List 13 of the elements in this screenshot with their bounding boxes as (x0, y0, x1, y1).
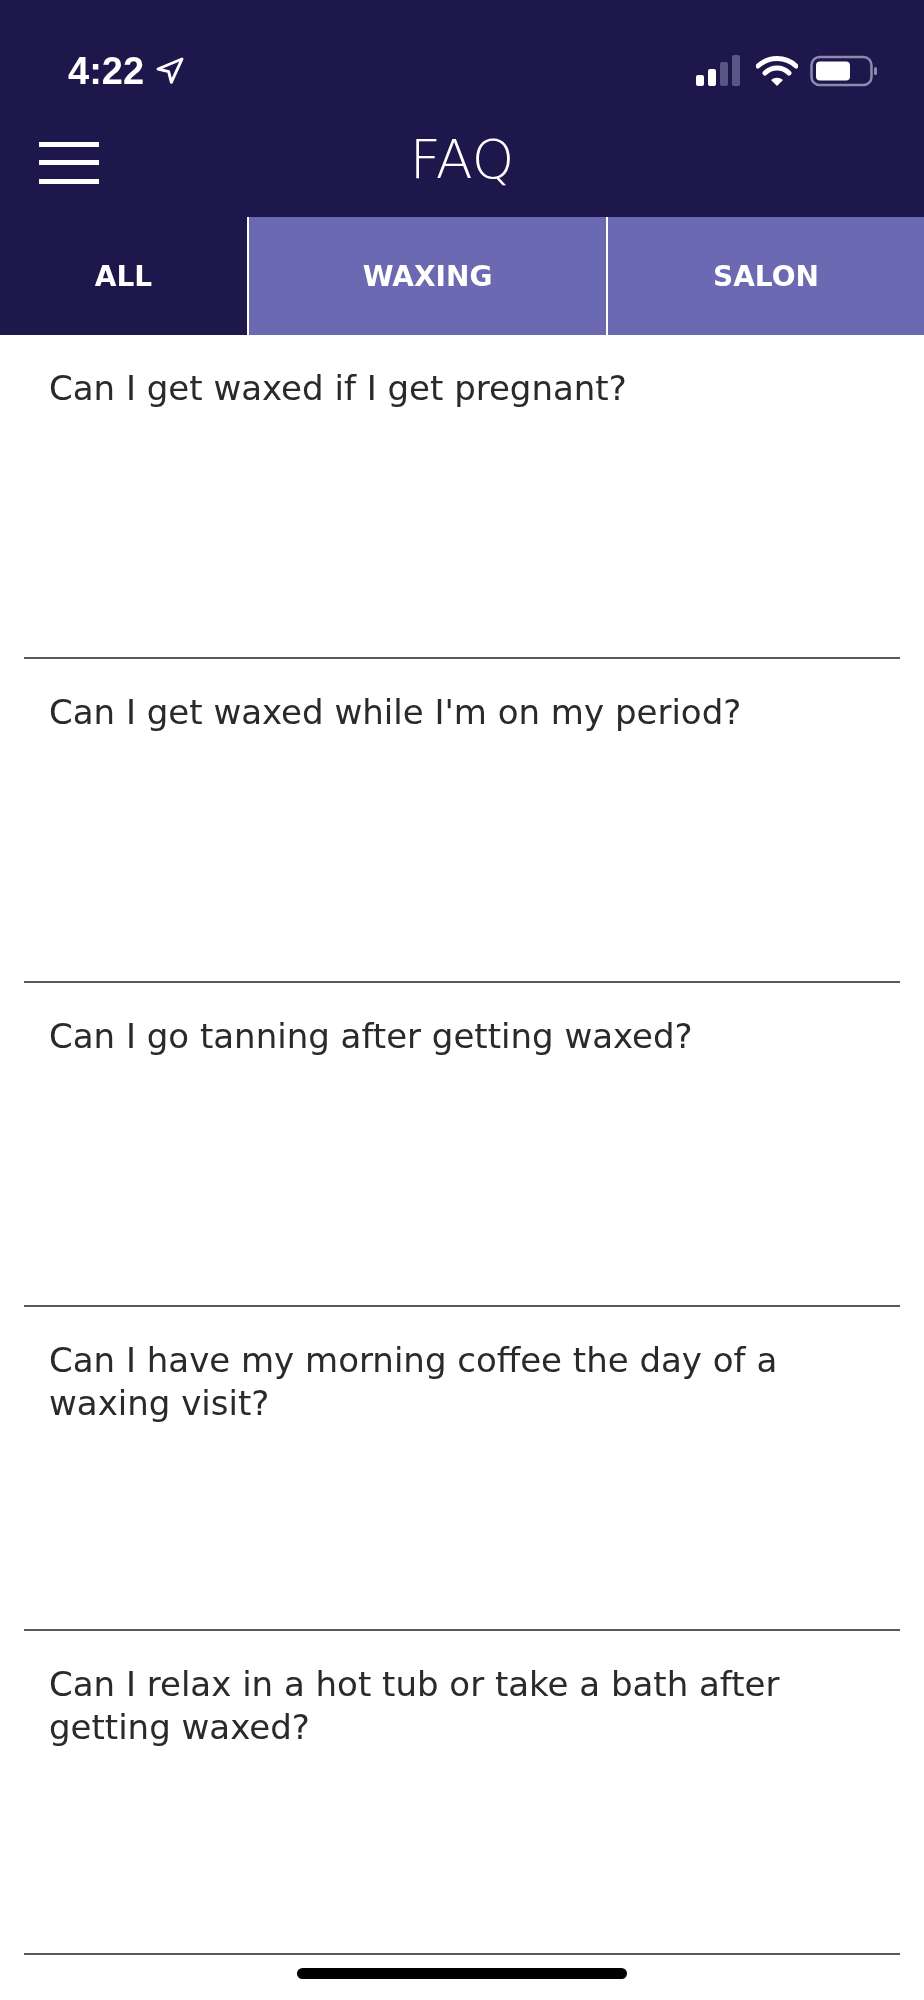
page-title: FAQ (409, 128, 515, 191)
faq-question[interactable]: Can I go tanning after getting waxed? (49, 1015, 693, 1059)
wifi-icon (756, 55, 798, 87)
category-tab[interactable]: ALL (0, 217, 247, 335)
faq-question[interactable]: Can I get waxed while I'm on my period? (49, 691, 742, 735)
battery-icon (810, 55, 878, 87)
status-time: 4:22 (68, 49, 145, 93)
category-tab[interactable]: WAXING (249, 217, 606, 335)
menu-icon[interactable] (39, 142, 99, 184)
faq-question[interactable]: Can I relax in a hot tub or take a bath after getting waxed? (49, 1663, 878, 1750)
category-tab[interactable]: SALON (608, 217, 924, 335)
faq-question[interactable]: Can I have my morning coffee the day of a waxing visit? (49, 1339, 878, 1426)
faq-question[interactable]: Can I get waxed if I get pregnant? (49, 367, 627, 411)
